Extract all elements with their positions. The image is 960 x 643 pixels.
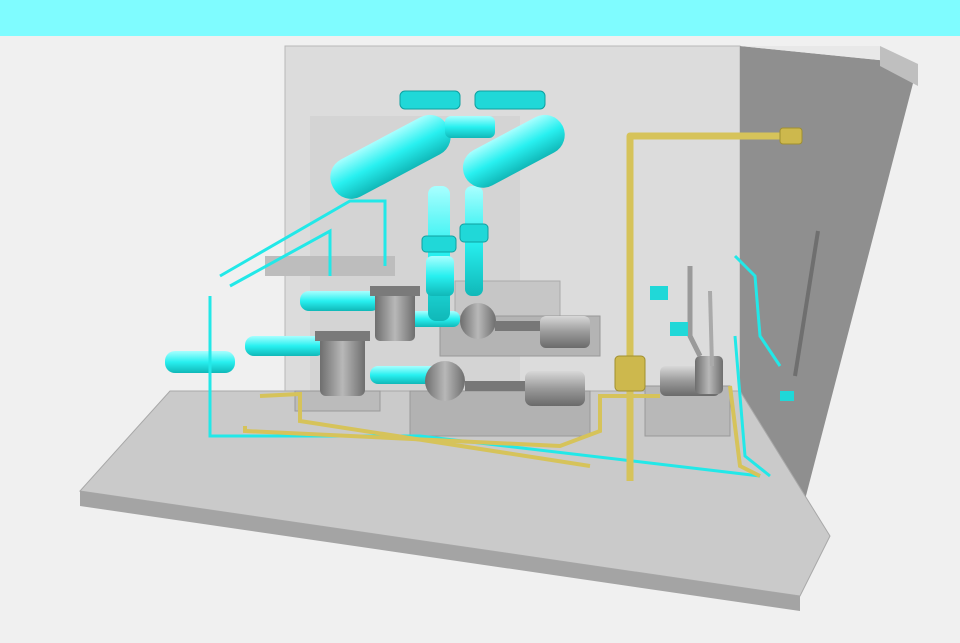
pump-discharge-left bbox=[426, 256, 454, 296]
header-lower-left bbox=[245, 336, 325, 356]
strainer-left-cap bbox=[370, 286, 420, 296]
right-cyan-valve-2 bbox=[670, 322, 688, 336]
coupling-front bbox=[465, 381, 525, 391]
strainer-right-cap bbox=[315, 331, 370, 341]
pump-rear-casing bbox=[460, 303, 496, 339]
strainer-right-body bbox=[320, 336, 365, 396]
pump-front-casing bbox=[425, 361, 465, 401]
piping-model-canvas[interactable] bbox=[0, 36, 960, 643]
valve-right bbox=[459, 223, 489, 243]
right-pump-casing bbox=[695, 356, 723, 394]
right-gray-piping-2 bbox=[708, 290, 714, 367]
header-mid bbox=[300, 291, 380, 311]
inlet-pipe-left bbox=[165, 351, 235, 373]
yellow-end-fitting bbox=[779, 127, 803, 145]
header-cross bbox=[445, 116, 495, 138]
header-flange-top-left bbox=[399, 90, 461, 110]
coupling-rear bbox=[495, 321, 540, 331]
yellow-valve-cluster bbox=[614, 355, 646, 392]
riser-left bbox=[428, 186, 450, 321]
header-flange-top-right bbox=[474, 90, 546, 110]
valve-left bbox=[421, 235, 457, 253]
strainer-left-body bbox=[375, 291, 415, 341]
wall-rod-valve bbox=[780, 391, 794, 401]
3d-viewport[interactable] bbox=[0, 36, 960, 643]
right-cyan-valve-1 bbox=[650, 286, 668, 300]
motor-front bbox=[525, 371, 585, 406]
motor-rear bbox=[540, 316, 590, 348]
top-header-bar bbox=[0, 0, 960, 36]
